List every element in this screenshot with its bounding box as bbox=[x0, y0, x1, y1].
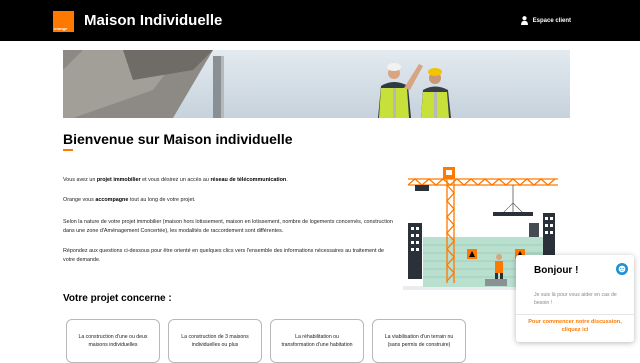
chat-greeting: Bonjour ! bbox=[534, 265, 579, 276]
title-accent-bar bbox=[63, 149, 73, 151]
bot-avatar-icon bbox=[616, 263, 628, 275]
intro-paragraph-4: Répondez aux questions ci-dessous pour ê… bbox=[63, 248, 385, 263]
option-card-3[interactable]: La réhabilitation ou transformation d'un… bbox=[270, 319, 364, 363]
option-card-1[interactable]: La construction d'une ou deux maisons in… bbox=[66, 319, 160, 363]
logo-text: orange bbox=[54, 26, 68, 31]
user-icon bbox=[520, 16, 528, 25]
text-segment: Vous avez un bbox=[63, 177, 97, 183]
bot-face-icon bbox=[618, 265, 626, 273]
section-title: Votre projet concerne : bbox=[63, 293, 172, 304]
intro-paragraph-2: Orange vous accompagne tout au long de v… bbox=[63, 196, 396, 205]
account-label: Espace client bbox=[532, 17, 571, 24]
chat-divider bbox=[516, 314, 634, 315]
text-segment: . bbox=[286, 177, 288, 183]
text-segment: et vous désirez un accès au bbox=[140, 177, 211, 183]
chat-widget[interactable]: Bonjour ! Je suis là pour vous aider en … bbox=[516, 255, 634, 342]
orange-logo[interactable]: orange bbox=[53, 11, 74, 32]
start-chat-link[interactable]: Pour commencer notre discussion, cliquez… bbox=[522, 318, 628, 334]
text-segment: tout au long de votre projet. bbox=[128, 197, 196, 203]
hero-banner bbox=[63, 50, 570, 118]
top-header: orange Maison Individuelle Espace client bbox=[0, 0, 640, 41]
chat-message: Je suis là pour vous aider en cas de bes… bbox=[534, 292, 617, 306]
hero-photo bbox=[63, 50, 570, 118]
site-title: Maison Individuelle bbox=[84, 12, 223, 29]
bold-segment: réseau de télécommunication bbox=[210, 177, 287, 183]
option-card-4[interactable]: La viabilisation d'un terrain nu (sans p… bbox=[372, 319, 466, 363]
text-segment: Orange vous bbox=[63, 197, 96, 203]
bold-segment: projet immobilier bbox=[96, 177, 141, 183]
option-card-2[interactable]: La construction de 3 maisons individuell… bbox=[168, 319, 262, 363]
account-link[interactable]: Espace client bbox=[520, 16, 571, 25]
page-title: Bienvenue sur Maison individuelle bbox=[63, 131, 293, 147]
bold-segment: accompagne bbox=[95, 197, 129, 203]
intro-paragraph-1: Vous avez un projet immobilier et vous d… bbox=[63, 176, 396, 185]
intro-paragraph-3: Selon la nature de votre projet immobili… bbox=[63, 219, 393, 234]
